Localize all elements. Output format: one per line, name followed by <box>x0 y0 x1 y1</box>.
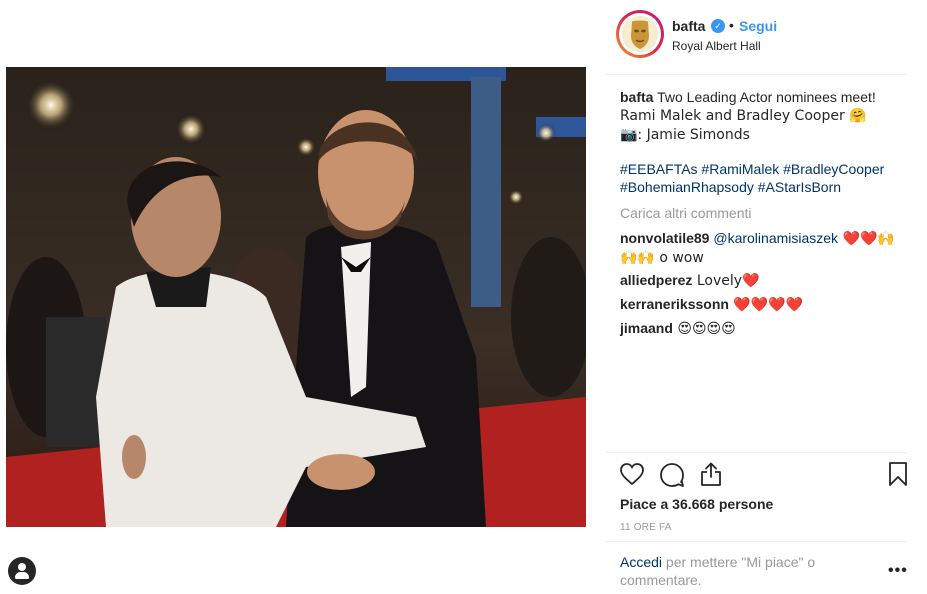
caption-text-line2: Rami Malek and Bradley Cooper 🤗 <box>620 108 867 124</box>
login-prompt: Accedi per mettere "Mi piace" o commenta… <box>620 553 850 589</box>
follow-button[interactable]: Segui <box>739 18 777 34</box>
hashtags-line2[interactable]: #BohemianRhapsody #AStarIsBorn <box>620 179 841 195</box>
post-caption: bafta Two Leading Actor nominees meet! R… <box>620 88 905 144</box>
comment-text: 😍😍😍😍 <box>672 321 736 337</box>
comment-item: kerranerikssonn ❤️❤️❤️❤️ <box>620 295 910 314</box>
comment-username[interactable]: jimaand <box>620 320 673 336</box>
verified-badge-icon: ✓ <box>711 19 725 33</box>
caption-hashtags[interactable]: #EEBAFTAs #RamiMalek #BradleyCooper #Boh… <box>620 160 905 196</box>
more-options-button[interactable]: ••• <box>888 562 908 580</box>
comment-text: Lovely❤️ <box>692 273 760 289</box>
photo-illustration <box>6 67 586 527</box>
share-icon[interactable] <box>699 461 723 487</box>
caption-text-line1: Two Leading Actor nominees meet! <box>653 89 876 105</box>
separator-dot: • <box>729 17 734 33</box>
comment-username[interactable]: alliedperez <box>620 272 692 288</box>
comment-username[interactable]: nonvolatile89 <box>620 230 709 246</box>
post-sidebar: bafta ✓ • Segui Royal Albert Hall bafta … <box>606 0 907 594</box>
profile-avatar[interactable] <box>616 10 664 58</box>
post-timestamp: 11 ORE FA <box>620 522 672 533</box>
caption-username[interactable]: bafta <box>620 89 653 105</box>
post-header: bafta ✓ • Segui Royal Albert Hall <box>606 0 907 75</box>
post-photo[interactable] <box>6 67 586 527</box>
load-more-comments-button[interactable]: Carica altri commenti <box>620 205 751 221</box>
likes-count[interactable]: Piace a 36.668 persone <box>620 496 773 512</box>
comment-item: nonvolatile89 @karolinamisiaszek ❤️❤️🙌 🙌… <box>620 229 910 267</box>
comment-mention[interactable]: @karolinamisiaszek <box>713 230 838 246</box>
comment-username[interactable]: kerranerikssonn <box>620 296 729 312</box>
post-username[interactable]: bafta <box>672 18 705 34</box>
caption-text-line3: 📷: Jamie Simonds <box>620 127 750 143</box>
login-link[interactable]: Accedi <box>620 554 662 570</box>
comment-text-continued: 🙌🙌 o wow <box>620 250 704 266</box>
actions-divider <box>606 452 907 453</box>
hashtags-line1[interactable]: #EEBAFTAs #RamiMalek #BradleyCooper <box>620 161 884 177</box>
comment-icon[interactable] <box>659 462 685 488</box>
comment-text: ❤️❤️🙌 <box>838 231 895 247</box>
comment-item: alliedperez Lovely❤️ <box>620 271 910 290</box>
comment-text: ❤️❤️❤️❤️ <box>728 297 804 313</box>
bafta-mask-logo-icon <box>622 16 658 52</box>
heart-icon[interactable] <box>619 462 645 486</box>
user-avatar-icon[interactable] <box>8 557 36 585</box>
login-divider <box>606 541 907 542</box>
post-location[interactable]: Royal Albert Hall <box>672 39 761 53</box>
bookmark-icon[interactable] <box>887 461 909 487</box>
comment-item: jimaand 😍😍😍😍 <box>620 319 910 338</box>
